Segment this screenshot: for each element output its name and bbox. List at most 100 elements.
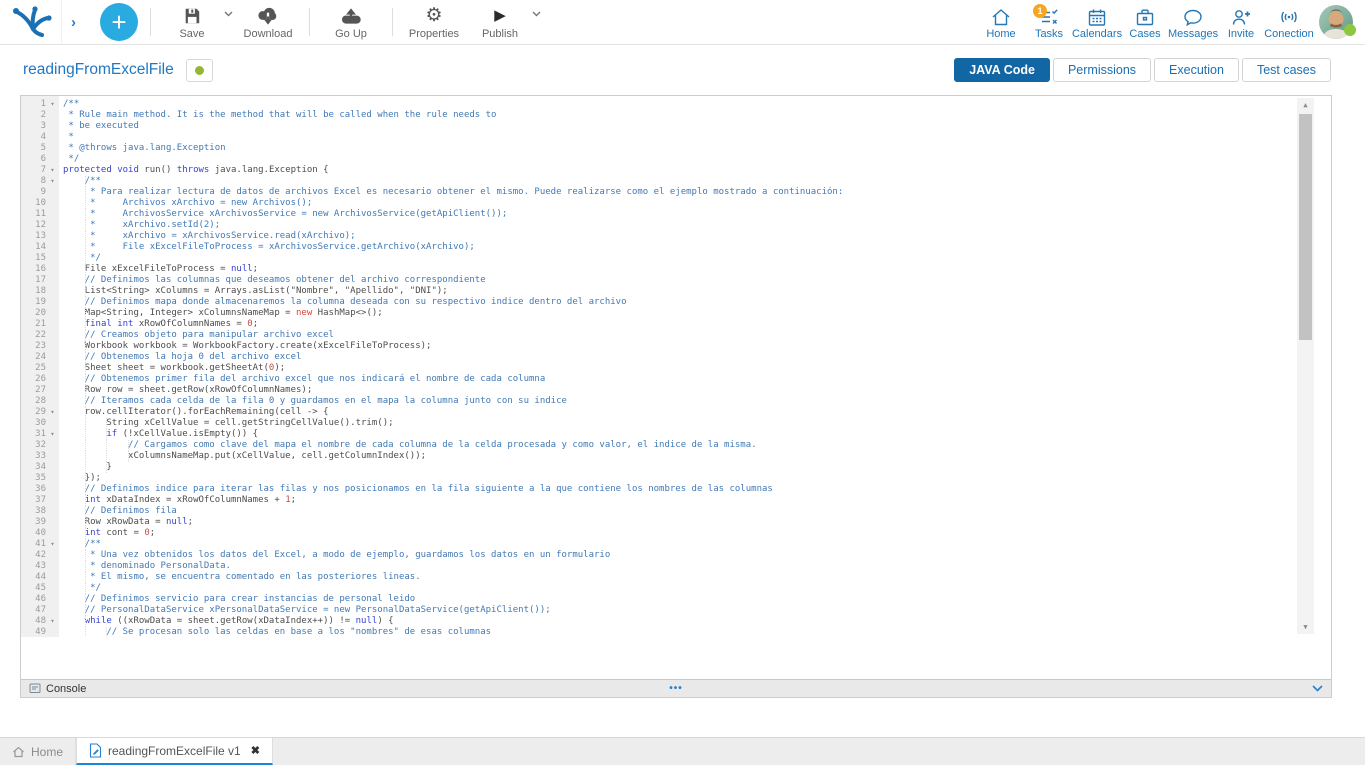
go-up-button[interactable]: Go Up — [322, 2, 380, 42]
code-line[interactable]: Map<String, Integer> xColumnsNameMap = n… — [59, 308, 1331, 319]
console-label: Console — [46, 683, 86, 695]
code-line[interactable]: // Definimos las columnas que deseamos o… — [59, 275, 1331, 286]
code-line[interactable]: */ — [59, 583, 1331, 594]
code-line[interactable]: } — [59, 462, 1331, 473]
code-line[interactable]: * @throws java.lang.Exception — [59, 143, 1331, 154]
line-number: 17 — [21, 275, 46, 286]
line-gutter: 28 — [21, 396, 59, 407]
fold-toggle-icon[interactable]: ▾ — [46, 165, 59, 176]
code-line[interactable]: xColumnsNameMap.put(xCellValue, cell.get… — [59, 451, 1331, 462]
code-line[interactable]: if (!xCellValue.isEmpty()) { — [59, 429, 1331, 440]
code-line[interactable]: List<String> xColumns = Arrays.asList("N… — [59, 286, 1331, 297]
taskbar-tab-home[interactable]: Home — [0, 738, 76, 765]
line-gutter: 2 — [21, 110, 59, 121]
code-line[interactable]: * denominado PersonalData. — [59, 561, 1331, 572]
fold-toggle-icon[interactable]: ▾ — [46, 99, 59, 110]
code-line[interactable]: // PersonalDataService xPersonalDataServ… — [59, 605, 1331, 616]
properties-button[interactable]: ⚙ Properties — [405, 2, 463, 42]
code-line[interactable]: * Rule main method. It is the method tha… — [59, 110, 1331, 121]
code-line[interactable]: /** — [59, 176, 1331, 187]
code-line[interactable]: while ((xRowData = sheet.getRow(xDataInd… — [59, 616, 1331, 627]
expand-sidebar-chevron-icon[interactable]: › — [71, 14, 76, 31]
editor-vertical-scrollbar[interactable]: ▲ ▼ — [1297, 98, 1314, 634]
fold-toggle-icon[interactable]: ▾ — [46, 407, 59, 418]
code-line[interactable]: */ — [59, 154, 1331, 165]
code-line[interactable]: // Obtenemos la hoja 0 del archivo excel — [59, 352, 1331, 363]
code-line[interactable]: int xDataIndex = xRowOfColumnNames + 1; — [59, 495, 1331, 506]
nav-home[interactable]: Home — [977, 4, 1025, 40]
line-gutter: 29▾ — [21, 407, 59, 418]
code-row: 18 List<String> xColumns = Arrays.asList… — [21, 286, 1331, 297]
app-logo[interactable] — [0, 0, 62, 44]
console-bar[interactable]: Console ••• — [21, 679, 1331, 697]
tab-permissions[interactable]: Permissions — [1053, 58, 1151, 82]
rule-status-badge[interactable] — [186, 59, 213, 82]
code-line[interactable]: // Obtenemos primer fila del archivo exc… — [59, 374, 1331, 385]
code-line[interactable]: String xCellValue = cell.getStringCellVa… — [59, 418, 1331, 429]
code-line[interactable]: /** — [59, 99, 1331, 110]
nav-tasks[interactable]: 1 Tasks — [1025, 4, 1073, 40]
code-line[interactable]: * be executed — [59, 121, 1331, 132]
fold-toggle-icon[interactable]: ▾ — [46, 176, 59, 187]
nav-calendars[interactable]: Calendars — [1073, 4, 1121, 40]
code-line[interactable]: int cont = 0; — [59, 528, 1331, 539]
fold-toggle-icon[interactable]: ▾ — [46, 616, 59, 627]
code-line[interactable]: * Archivos xArchivo = new Archivos(); — [59, 198, 1331, 209]
publish-dropdown-chevron-icon[interactable] — [532, 11, 541, 17]
code-line[interactable]: // Definimos servicio para crear instanc… — [59, 594, 1331, 605]
bottom-taskbar: Home readingFromExcelFile v1 ✖ — [0, 737, 1365, 765]
code-line[interactable]: * xArchivo = xArchivosService.read(xArch… — [59, 231, 1331, 242]
code-line[interactable]: Row xRowData = null; — [59, 517, 1331, 528]
code-line[interactable]: }); — [59, 473, 1331, 484]
tab-execution[interactable]: Execution — [1154, 58, 1239, 82]
code-line[interactable]: * Para realizar lectura de datos de arch… — [59, 187, 1331, 198]
scrollbar-thumb[interactable] — [1299, 114, 1312, 340]
fold-toggle-icon[interactable]: ▾ — [46, 429, 59, 440]
line-number: 19 — [21, 297, 46, 308]
code-line[interactable]: Sheet sheet = workbook.getSheetAt(0); — [59, 363, 1331, 374]
code-line[interactable]: Workbook workbook = WorkbookFactory.crea… — [59, 341, 1331, 352]
nav-cases[interactable]: Cases — [1121, 4, 1169, 40]
code-line[interactable]: * El mismo, se encuentra comentado en la… — [59, 572, 1331, 583]
close-tab-icon[interactable]: ✖ — [251, 744, 260, 757]
save-dropdown-chevron-icon[interactable] — [224, 11, 233, 17]
code-line[interactable]: File xExcelFileToProcess = null; — [59, 264, 1331, 275]
code-line[interactable]: protected void run() throws java.lang.Ex… — [59, 165, 1331, 176]
code-line[interactable]: * xArchivo.setId(2); — [59, 220, 1331, 231]
code-line[interactable]: * ArchivosService xArchivosService = new… — [59, 209, 1331, 220]
tab-java-code[interactable]: JAVA Code — [954, 58, 1050, 82]
line-number: 8 — [21, 176, 46, 187]
code-line[interactable]: final int xRowOfColumnNames = 0; — [59, 319, 1331, 330]
tab-test-cases[interactable]: Test cases — [1242, 58, 1331, 82]
code-line[interactable]: // Definimos indice para iterar las fila… — [59, 484, 1331, 495]
code-area[interactable]: 1▾/**2 * Rule main method. It is the met… — [21, 96, 1331, 637]
taskbar-tab-rule[interactable]: readingFromExcelFile v1 ✖ — [76, 738, 273, 765]
fold-spacer — [46, 594, 59, 605]
code-line[interactable]: * File xExcelFileToProcess = xArchivosSe… — [59, 242, 1331, 253]
code-line[interactable]: */ — [59, 253, 1331, 264]
code-line[interactable]: // Definimos mapa donde almacenaremos la… — [59, 297, 1331, 308]
download-button[interactable]: Download — [239, 2, 297, 42]
code-line[interactable]: Row row = sheet.getRow(xRowOfColumnNames… — [59, 385, 1331, 396]
scrollbar-up-arrow-icon[interactable]: ▲ — [1297, 98, 1314, 112]
nav-invite[interactable]: Invite — [1217, 4, 1265, 40]
code-line[interactable]: row.cellIterator().forEachRemaining(cell… — [59, 407, 1331, 418]
nav-messages[interactable]: Messages — [1169, 4, 1217, 40]
scrollbar-down-arrow-icon[interactable]: ▼ — [1297, 620, 1314, 634]
code-line[interactable]: // Se procesan solo las celdas en base a… — [59, 627, 1331, 637]
nav-conection[interactable]: Conection — [1265, 4, 1313, 40]
code-line[interactable]: * — [59, 132, 1331, 143]
code-line[interactable]: // Creamos objeto para manipular archivo… — [59, 330, 1331, 341]
code-line[interactable]: // Definimos fila — [59, 506, 1331, 517]
code-line[interactable]: // Cargamos como clave del mapa el nombr… — [59, 440, 1331, 451]
console-expand-chevron-icon[interactable] — [1312, 685, 1323, 692]
code-line[interactable]: * Una vez obtenidos los datos del Excel,… — [59, 550, 1331, 561]
console-more-dots[interactable]: ••• — [669, 683, 683, 694]
code-line[interactable]: /** — [59, 539, 1331, 550]
add-new-button[interactable]: + — [100, 3, 138, 41]
line-number: 16 — [21, 264, 46, 275]
save-button[interactable]: Save — [163, 2, 221, 42]
fold-toggle-icon[interactable]: ▾ — [46, 539, 59, 550]
code-line[interactable]: // Iteramos cada celda de la fila 0 y gu… — [59, 396, 1331, 407]
publish-button[interactable]: ▶ Publish — [471, 2, 529, 42]
